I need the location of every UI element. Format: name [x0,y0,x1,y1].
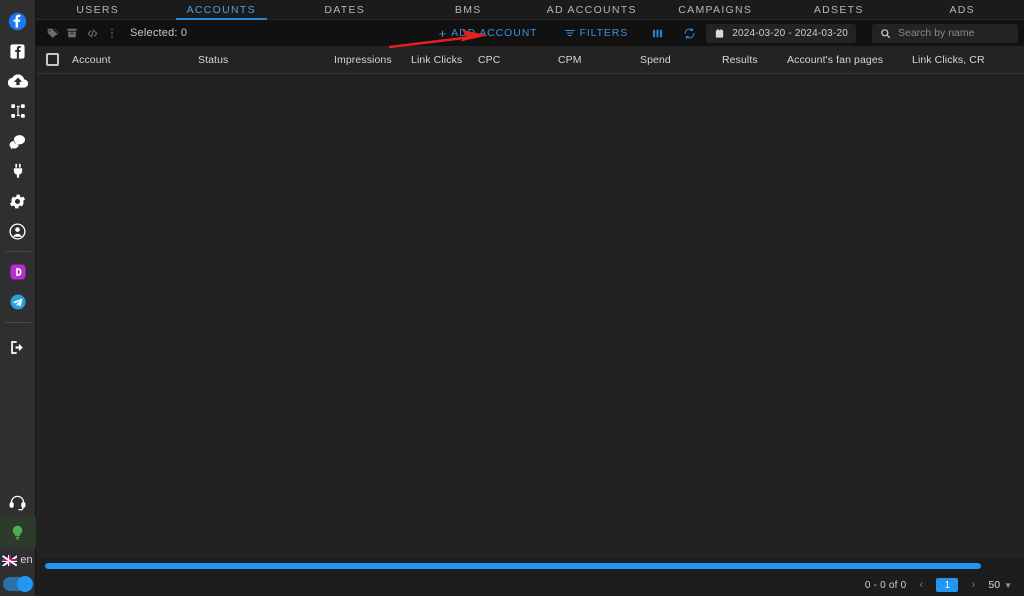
tab-bms[interactable]: BMS [407,0,531,19]
page-number-button[interactable]: 1 [936,578,959,592]
column-header-impressions[interactable]: Impressions [334,54,411,66]
toolbar: Selected: 0 + ADD ACCOUNT FILTERS 2024-0… [36,20,1024,46]
columns-icon[interactable] [646,22,668,44]
main-area: USERS ACCOUNTS DATES BMS AD ACCOUNTS CAM… [36,0,1024,596]
support-headset-icon[interactable] [0,487,36,517]
column-header-cpc[interactable]: CPC [478,54,558,66]
code-icon[interactable] [82,22,102,44]
column-header-results[interactable]: Results [722,54,787,66]
top-tabbar: USERS ACCOUNTS DATES BMS AD ACCOUNTS CAM… [36,0,1024,20]
column-header-fan-pages[interactable]: Account's fan pages [787,54,912,66]
tab-accounts[interactable]: ACCOUNTS [160,0,284,20]
tab-ad-accounts[interactable]: AD ACCOUNTS [530,0,654,19]
theme-toggle-knob [16,576,33,592]
tab-adsets[interactable]: ADSETS [777,0,901,19]
sidebar-divider-2 [4,322,31,323]
telegram-icon[interactable] [0,287,36,317]
sidebar-divider [4,251,31,252]
sitemap-icon[interactable] [0,96,36,126]
calendar-icon [714,28,725,39]
search-icon [880,28,891,39]
plug-icon[interactable] [0,156,36,186]
video-app-icon[interactable] [0,257,36,287]
facebook-round-icon[interactable] [0,6,36,36]
table-header-row: Account Status Impressions Link Clicks C… [36,46,1024,74]
page-size-select[interactable]: 50 ▼ [988,579,1012,591]
pagination-bar: 0 - 0 of 0 ‹ 1 › 50 ▼ [36,574,1024,596]
tab-campaigns[interactable]: CAMPAIGNS [654,0,778,19]
selected-count-label: Selected: 0 [130,27,188,39]
column-header-spend[interactable]: Spend [640,54,722,66]
column-header-link-clicks[interactable]: Link Clicks [411,54,478,66]
horizontal-scrollbar[interactable] [36,558,1024,574]
search-input[interactable]: Search by name [872,23,1018,43]
tab-users[interactable]: USERS [36,0,160,19]
scrollbar-thumb[interactable] [45,563,982,569]
select-all-checkbox[interactable] [46,53,59,66]
filters-label: FILTERS [579,27,629,39]
lightbulb-icon[interactable] [0,517,36,547]
uk-flag-icon [2,554,18,566]
caret-down-icon: ▼ [1004,580,1012,590]
plus-icon: + [438,25,448,41]
date-range-picker[interactable]: 2024-03-20 - 2024-03-20 [706,23,856,43]
theme-toggle[interactable] [2,576,33,592]
date-range-label: 2024-03-20 - 2024-03-20 [732,27,848,39]
search-placeholder: Search by name [898,27,975,39]
language-selector[interactable]: en [0,547,36,573]
add-account-button[interactable]: + ADD ACCOUNT [431,22,546,44]
column-header-status[interactable]: Status [198,54,334,66]
sidebar: en [0,0,36,596]
tab-dates[interactable]: DATES [283,0,407,19]
chat-icon[interactable] [0,126,36,156]
pagination-range: 0 - 0 of 0 [864,579,907,591]
more-vertical-icon[interactable] [102,22,122,44]
table-body [36,74,1024,558]
gear-icon[interactable] [0,186,36,216]
facebook-square-icon[interactable] [0,36,36,66]
filter-icon [564,27,576,39]
app-root: en USERS ACCOUNTS DATES BMS AD ACCOUNTS … [0,0,1024,596]
column-header-link-clicks-cr[interactable]: Link Clicks, CR [912,54,985,66]
logout-icon[interactable] [0,332,36,362]
chevron-left-icon[interactable]: ‹ [915,579,927,591]
language-label: en [20,554,33,566]
page-size-value: 50 [988,579,1001,591]
add-account-label: ADD ACCOUNT [451,27,538,39]
chevron-right-icon[interactable]: › [967,579,979,591]
cloud-upload-icon[interactable] [0,66,36,96]
table: Account Status Impressions Link Clicks C… [36,46,1024,558]
account-circle-icon[interactable] [0,216,36,246]
tab-ads[interactable]: ADS [901,0,1024,19]
column-header-cpm[interactable]: CPM [558,54,640,66]
filters-button[interactable]: FILTERS [556,22,637,44]
tag-icon[interactable] [42,22,62,44]
archive-icon[interactable] [62,22,82,44]
column-header-account[interactable]: Account [72,54,198,66]
refresh-icon[interactable] [678,22,700,44]
